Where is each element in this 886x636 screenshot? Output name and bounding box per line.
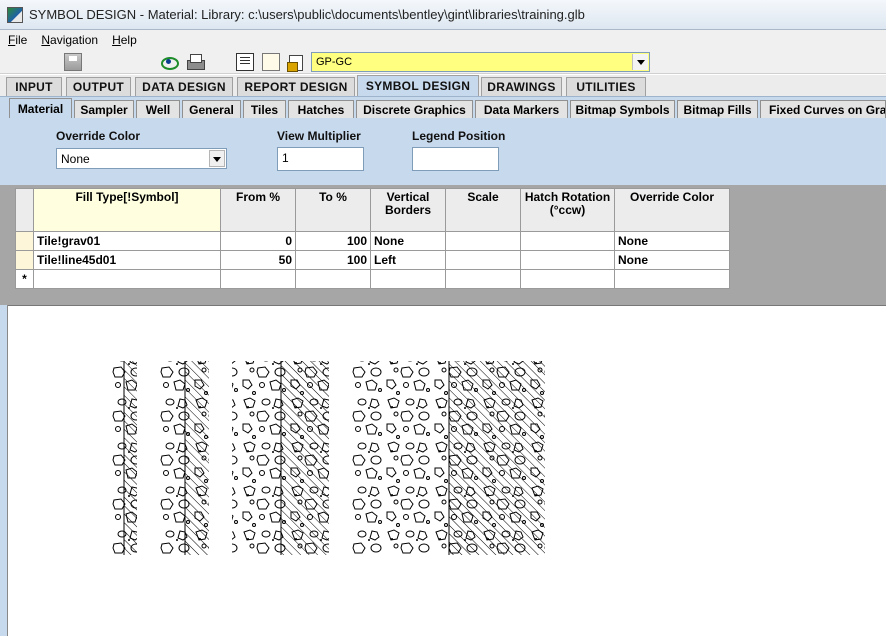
subtab-material[interactable]: Material <box>9 98 72 118</box>
left-strip <box>0 305 8 636</box>
symbol-preview-canvas <box>8 305 886 636</box>
cell-override-color[interactable]: None <box>614 231 730 251</box>
properties-panel: Override Color None View Multiplier 1 Le… <box>0 119 886 185</box>
view-icon[interactable] <box>160 53 179 71</box>
main-tabs: INPUT OUTPUT DATA DESIGN REPORT DESIGN S… <box>0 75 886 96</box>
new-row[interactable]: * <box>15 269 730 289</box>
legend-position-label: Legend Position <box>412 129 506 143</box>
cell-scale[interactable] <box>445 250 521 270</box>
subtab-sampler[interactable]: Sampler <box>74 100 134 118</box>
view-multiplier-label: View Multiplier <box>277 129 361 143</box>
subtab-general[interactable]: General <box>182 100 241 118</box>
header-to[interactable]: To % <box>295 188 371 232</box>
cell-fill-type[interactable]: Tile!line45d01 <box>33 250 221 270</box>
cell-from[interactable]: 0 <box>220 231 296 251</box>
cell-vertical-borders[interactable]: None <box>370 231 446 251</box>
cell-vertical-borders[interactable] <box>370 269 446 289</box>
save-icon[interactable] <box>64 53 82 71</box>
subtab-fixed-curves[interactable]: Fixed Curves on Grap <box>760 100 886 118</box>
tab-input[interactable]: INPUT <box>6 77 62 96</box>
subtab-discrete-graphics[interactable]: Discrete Graphics <box>356 100 473 118</box>
menu-help[interactable]: Help <box>112 33 137 47</box>
cell-from[interactable] <box>220 269 296 289</box>
view-multiplier-input[interactable]: 1 <box>277 147 364 171</box>
table-row[interactable]: Tile!grav01 0 100 None None <box>15 231 730 251</box>
gint-app-icon <box>7 6 23 23</box>
cell-fill-type[interactable] <box>33 269 221 289</box>
project-combo-value: GP-GC <box>316 56 353 68</box>
header-from[interactable]: From % <box>220 188 296 232</box>
grid-header-row: Fill Type[!Symbol] From % To % Vertical … <box>15 188 730 232</box>
cell-hatch-rotation[interactable] <box>520 269 615 289</box>
subtab-well[interactable]: Well <box>136 100 180 118</box>
tab-data-design[interactable]: DATA DESIGN <box>135 77 233 96</box>
tab-report-design[interactable]: REPORT DESIGN <box>237 77 355 96</box>
header-vertical-borders[interactable]: Vertical Borders <box>370 188 446 232</box>
table-row[interactable]: Tile!line45d01 50 100 Left None <box>15 250 730 270</box>
row-selector[interactable] <box>15 250 34 270</box>
tab-drawings[interactable]: DRAWINGS <box>481 77 562 96</box>
subtab-hatches[interactable]: Hatches <box>288 100 354 118</box>
print-icon[interactable] <box>186 53 205 71</box>
chevron-down-icon[interactable] <box>632 54 648 70</box>
cell-scale[interactable] <box>445 231 521 251</box>
tab-utilities[interactable]: UTILITIES <box>566 77 646 96</box>
cell-to[interactable]: 100 <box>295 250 371 270</box>
subtab-tiles[interactable]: Tiles <box>243 100 286 118</box>
new-document-icon[interactable] <box>262 53 280 71</box>
row-selector[interactable] <box>15 231 34 251</box>
cell-from[interactable]: 50 <box>220 250 296 270</box>
tab-symbol-design[interactable]: SYMBOL DESIGN <box>357 75 479 96</box>
legend-position-input[interactable] <box>412 147 499 171</box>
cell-hatch-rotation[interactable] <box>520 231 615 251</box>
menu-file[interactable]: File <box>8 33 27 47</box>
header-hatch-rotation[interactable]: Hatch Rotation (°ccw) <box>520 188 615 232</box>
override-color-value: None <box>61 152 90 166</box>
cell-to[interactable]: 100 <box>295 231 371 251</box>
window-title: SYMBOL DESIGN - Material: Library: c:\us… <box>29 7 585 22</box>
cell-scale[interactable] <box>445 269 521 289</box>
title-bar: SYMBOL DESIGN - Material: Library: c:\us… <box>0 0 886 30</box>
cell-vertical-borders[interactable]: Left <box>370 250 446 270</box>
new-row-marker[interactable]: * <box>15 269 34 289</box>
cell-override-color[interactable]: None <box>614 250 730 270</box>
menu-navigation[interactable]: Navigation <box>41 33 98 47</box>
cell-override-color[interactable] <box>614 269 730 289</box>
cell-hatch-rotation[interactable] <box>520 250 615 270</box>
open-library-icon[interactable] <box>287 53 305 72</box>
material-grid: Fill Type[!Symbol] From % To % Vertical … <box>15 188 730 289</box>
menu-bar: File Navigation Help <box>0 30 886 50</box>
row-selector-header <box>15 188 34 232</box>
subtab-data-markers[interactable]: Data Markers <box>475 100 568 118</box>
override-color-label: Override Color <box>56 129 141 143</box>
chevron-down-icon[interactable] <box>209 150 225 167</box>
header-fill-type[interactable]: Fill Type[!Symbol] <box>33 188 221 232</box>
list-icon[interactable] <box>236 53 254 71</box>
subtab-bitmap-symbols[interactable]: Bitmap Symbols <box>570 100 675 118</box>
subtab-bitmap-fills[interactable]: Bitmap Fills <box>677 100 758 118</box>
header-override-color[interactable]: Override Color <box>614 188 730 232</box>
project-combo[interactable]: GP-GC <box>311 52 650 72</box>
header-scale[interactable]: Scale <box>445 188 521 232</box>
tab-output[interactable]: OUTPUT <box>66 77 131 96</box>
cell-to[interactable] <box>295 269 371 289</box>
sub-tabs: Material Sampler Well General Tiles Hatc… <box>0 96 886 119</box>
override-color-select[interactable]: None <box>56 148 227 169</box>
cell-fill-type[interactable]: Tile!grav01 <box>33 231 221 251</box>
